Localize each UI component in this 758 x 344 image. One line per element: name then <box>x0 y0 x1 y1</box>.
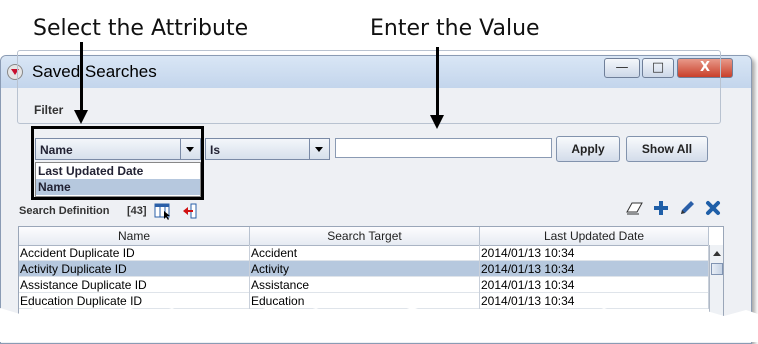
attribute-highlight-box <box>31 126 204 200</box>
cell-last-updated-date: 2014/01/13 10:34 <box>480 261 709 277</box>
cell-search-target: Accident <box>250 245 480 261</box>
value-input[interactable] <box>335 138 552 158</box>
eraser-icon[interactable] <box>624 199 643 217</box>
arrow-enter-value <box>436 47 439 115</box>
cell-search-target: Activity <box>250 261 480 277</box>
arrowhead-enter-value <box>430 115 444 129</box>
show-all-button[interactable]: Show All <box>626 136 708 162</box>
columns-icon[interactable] <box>154 202 172 220</box>
column-header-name[interactable]: Name <box>19 227 250 245</box>
table-row[interactable]: Accident Duplicate ID Accident 2014/01/1… <box>19 245 709 261</box>
table-row[interactable]: Assistance Duplicate ID Assistance 2014/… <box>19 277 709 293</box>
export-icon[interactable] <box>181 202 199 220</box>
scroll-up-icon[interactable] <box>713 251 721 256</box>
cell-name: Accident Duplicate ID <box>19 245 250 261</box>
operator-combo-value: Is <box>210 143 221 157</box>
arrowhead-select-attribute <box>74 110 88 124</box>
chevron-down-icon[interactable] <box>309 139 329 159</box>
column-header-search-target[interactable]: Search Target <box>250 227 480 245</box>
cell-last-updated-date: 2014/01/13 10:34 <box>480 245 709 261</box>
operator-combo[interactable]: Is <box>205 138 330 160</box>
filter-label: Filter <box>32 103 66 117</box>
callout-enter-value: Enter the Value <box>370 16 540 41</box>
table-header: Name Search Target Last Updated Date <box>19 227 709 246</box>
cell-last-updated-date: 2014/01/13 10:34 <box>480 277 709 293</box>
delete-icon[interactable] <box>704 199 722 217</box>
add-icon[interactable] <box>652 199 670 217</box>
cell-name: Activity Duplicate ID <box>19 261 250 277</box>
search-definition-label: Search Definition <box>19 205 110 217</box>
torn-edge <box>0 306 758 342</box>
arrow-select-attribute <box>80 42 83 110</box>
apply-button[interactable]: Apply <box>556 136 620 162</box>
search-count: [43] <box>127 205 147 217</box>
cell-name: Assistance Duplicate ID <box>19 277 250 293</box>
scroll-thumb[interactable] <box>711 263 723 275</box>
filter-group <box>17 50 721 124</box>
cell-search-target: Assistance <box>250 277 480 293</box>
callout-select-attribute: Select the Attribute <box>33 16 249 41</box>
table-row-selected[interactable]: Activity Duplicate ID Activity 2014/01/1… <box>19 261 709 277</box>
column-header-last-updated-date[interactable]: Last Updated Date <box>480 227 709 245</box>
edit-icon[interactable] <box>678 199 696 217</box>
